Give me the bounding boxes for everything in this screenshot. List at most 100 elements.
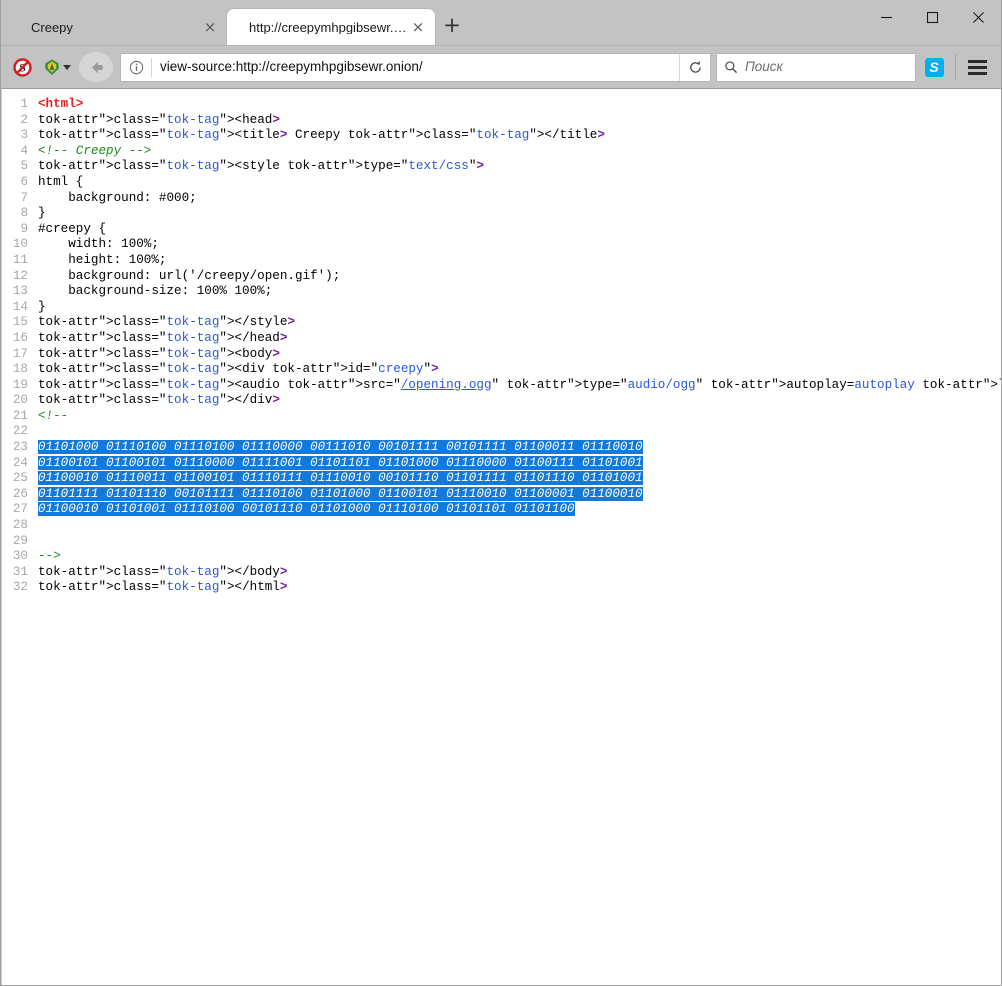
url-input[interactable]: view-source:http://creepymhpgibsewr.onio… xyxy=(152,60,679,74)
line-number: 12 xyxy=(2,269,38,285)
search-bar[interactable]: Поиск xyxy=(716,53,916,82)
line-content[interactable]: tok-attr">class="tok-tag"></div> xyxy=(38,393,1001,409)
new-tab-button[interactable]: + xyxy=(435,9,469,45)
source-line: 10 width: 100%; xyxy=(2,237,1001,253)
source-line: 4<!-- Creepy --> xyxy=(2,144,1001,160)
line-number: 13 xyxy=(2,284,38,300)
tab-close-icon[interactable]: × xyxy=(199,16,221,38)
skype-icon[interactable]: S xyxy=(916,52,952,82)
source-line: 6html { xyxy=(2,175,1001,191)
hamburger-menu-icon[interactable] xyxy=(959,52,995,82)
view-source-content[interactable]: 1<html>2tok-attr">class="tok-tag"><head>… xyxy=(1,89,1001,985)
tab-label: http://creepymhpgibsewr.oni... xyxy=(249,21,407,34)
source-line: 28 xyxy=(2,518,1001,534)
line-content[interactable]: tok-attr">class="tok-tag"><audio tok-att… xyxy=(38,378,1001,394)
line-content[interactable]: --> xyxy=(38,549,1001,565)
source-line: 2tok-attr">class="tok-tag"><head> xyxy=(2,113,1001,129)
window-controls xyxy=(863,0,1001,34)
minimize-button[interactable] xyxy=(863,0,909,34)
line-number: 22 xyxy=(2,424,38,440)
tab-strip: Creepy × http://creepymhpgibsewr.oni... … xyxy=(1,0,1001,46)
line-number: 11 xyxy=(2,253,38,269)
line-content[interactable]: 01100101 01100101 01110000 01111001 0110… xyxy=(38,456,1001,472)
source-line: 2701100010 01101001 01110100 00101110 01… xyxy=(2,502,1001,518)
line-content[interactable]: background-size: 100% 100%; xyxy=(38,284,1001,300)
tab-view-source[interactable]: http://creepymhpgibsewr.oni... × xyxy=(227,9,435,45)
source-line: 17tok-attr">class="tok-tag"><body> xyxy=(2,347,1001,363)
source-line: 30--> xyxy=(2,549,1001,565)
line-content[interactable]: } xyxy=(38,300,1001,316)
line-number: 30 xyxy=(2,549,38,565)
line-number: 28 xyxy=(2,518,38,534)
line-content[interactable]: tok-attr">class="tok-tag"><style tok-att… xyxy=(38,159,1001,175)
source-line: 2601101111 01101110 00101111 01110100 01… xyxy=(2,487,1001,503)
line-content[interactable]: tok-attr">class="tok-tag"></style> xyxy=(38,315,1001,331)
chevron-down-icon[interactable] xyxy=(63,65,71,70)
source-line: 1<html> xyxy=(2,97,1001,113)
source-line: 2501100010 01110011 01100101 01110111 01… xyxy=(2,471,1001,487)
source-line: 13 background-size: 100% 100%; xyxy=(2,284,1001,300)
source-line: 16tok-attr">class="tok-tag"></head> xyxy=(2,331,1001,347)
line-number: 15 xyxy=(2,315,38,331)
tab-creepy[interactable]: Creepy × xyxy=(9,9,227,45)
hamburger-line xyxy=(968,66,987,69)
line-content[interactable]: <!-- Creepy --> xyxy=(38,144,1001,160)
selected-binary-text: 01100010 01101001 01110100 00101110 0110… xyxy=(38,502,575,516)
line-content[interactable]: <!-- xyxy=(38,409,1001,425)
source-line: 7 background: #000; xyxy=(2,191,1001,207)
hamburger-line xyxy=(968,72,987,75)
line-content[interactable]: 01100010 01101001 01110100 00101110 0110… xyxy=(38,502,1001,518)
source-line: 32tok-attr">class="tok-tag"></html> xyxy=(2,580,1001,596)
line-content[interactable]: } xyxy=(38,206,1001,222)
line-content[interactable]: width: 100%; xyxy=(38,237,1001,253)
browser-window: Creepy × http://creepymhpgibsewr.oni... … xyxy=(0,0,1002,986)
source-line: 3tok-attr">class="tok-tag"><title> Creep… xyxy=(2,128,1001,144)
source-line: 18tok-attr">class="tok-tag"><div tok-att… xyxy=(2,362,1001,378)
line-content[interactable]: 01101111 01101110 00101111 01110100 0110… xyxy=(38,487,1001,503)
selected-binary-text: 01101000 01110100 01110100 01110000 0011… xyxy=(38,440,643,454)
line-content[interactable]: 01100010 01110011 01100101 01110111 0111… xyxy=(38,471,1001,487)
source-line: 12 background: url('/creepy/open.gif'); xyxy=(2,269,1001,285)
search-input[interactable]: Поиск xyxy=(738,60,783,74)
addon-shield-icon[interactable] xyxy=(37,52,77,82)
url-bar[interactable]: view-source:http://creepymhpgibsewr.onio… xyxy=(120,53,711,82)
line-content[interactable]: tok-attr">class="tok-tag"></html> xyxy=(38,580,1001,596)
selected-binary-text: 01100101 01100101 01110000 01111001 0110… xyxy=(38,456,643,470)
line-content[interactable]: tok-attr">class="tok-tag"></body> xyxy=(38,565,1001,581)
maximize-button[interactable] xyxy=(909,0,955,34)
line-content[interactable]: background: #000; xyxy=(38,191,1001,207)
line-content[interactable]: tok-attr">class="tok-tag"><body> xyxy=(38,347,1001,363)
noscript-icon[interactable]: S xyxy=(7,52,37,82)
line-content[interactable]: tok-attr">class="tok-tag"></head> xyxy=(38,331,1001,347)
hamburger-line xyxy=(968,60,987,63)
line-number: 16 xyxy=(2,331,38,347)
tab-close-icon[interactable]: × xyxy=(407,16,429,38)
line-content[interactable]: tok-attr">class="tok-tag"><head> xyxy=(38,113,1001,129)
line-content[interactable]: 01101000 01110100 01110100 01110000 0011… xyxy=(38,440,1001,456)
source-line: 9#creepy { xyxy=(2,222,1001,238)
line-number: 5 xyxy=(2,159,38,175)
back-button[interactable] xyxy=(79,52,113,82)
line-number: 29 xyxy=(2,534,38,550)
line-number: 14 xyxy=(2,300,38,316)
search-icon xyxy=(724,60,738,74)
source-line: 5tok-attr">class="tok-tag"><style tok-at… xyxy=(2,159,1001,175)
line-content[interactable]: tok-attr">class="tok-tag"><title> Creepy… xyxy=(38,128,1001,144)
line-content[interactable]: height: 100%; xyxy=(38,253,1001,269)
line-content[interactable]: <html> xyxy=(38,97,1001,113)
line-number: 2 xyxy=(2,113,38,129)
selected-binary-text: 01101111 01101110 00101111 01110100 0110… xyxy=(38,487,643,501)
line-number: 23 xyxy=(2,440,38,456)
line-content[interactable]: background: url('/creepy/open.gif'); xyxy=(38,269,1001,285)
page-info-icon[interactable] xyxy=(121,54,151,81)
source-line: 11 height: 100%; xyxy=(2,253,1001,269)
close-button[interactable] xyxy=(955,0,1001,34)
line-content[interactable]: tok-attr">class="tok-tag"><div tok-attr"… xyxy=(38,362,1001,378)
line-number: 10 xyxy=(2,237,38,253)
line-content[interactable]: #creepy { xyxy=(38,222,1001,238)
line-content[interactable]: html { xyxy=(38,175,1001,191)
source-line: 21<!-- xyxy=(2,409,1001,425)
reload-icon[interactable] xyxy=(679,54,710,81)
line-number: 19 xyxy=(2,378,38,394)
line-number: 8 xyxy=(2,206,38,222)
